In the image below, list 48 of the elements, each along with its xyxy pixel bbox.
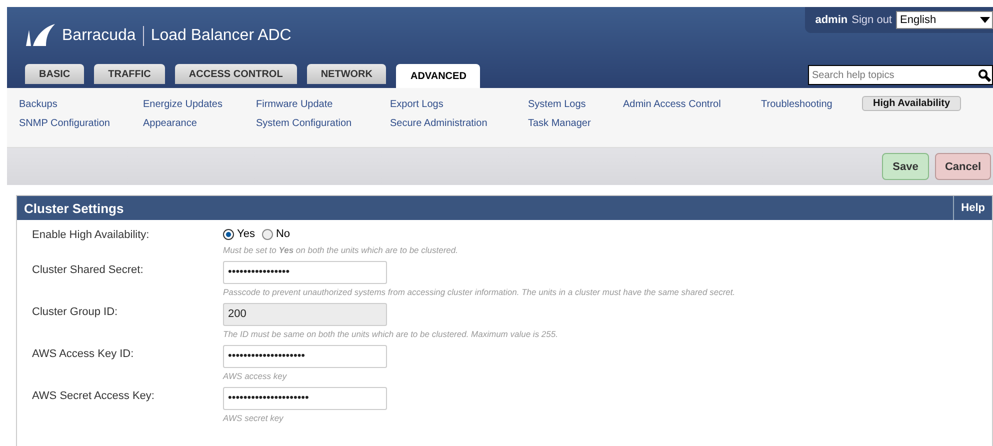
nav-tab[interactable]: ACCESS CONTROL (174, 64, 297, 84)
hint-text: The ID must be same on both the units which are to be clustered. Maximum value is 255. (223, 329, 558, 339)
field-label: Cluster Group ID: (32, 305, 119, 320)
subnav-link[interactable]: Secure Administration (390, 117, 488, 130)
brand-name: Barracuda (62, 26, 144, 46)
hint-text: Passcode to prevent unauthorized systems from accessing cluster information. The units in a cluster must have the same shared secret. (223, 287, 736, 297)
user-name: admin (815, 14, 848, 26)
subnav-link[interactable]: System Configuration (256, 117, 352, 130)
field-label: Enable High Availability: (32, 228, 150, 243)
save-button[interactable]: Save (882, 153, 929, 180)
radio-label: Yes (237, 228, 255, 240)
input-field[interactable]: •••••••••••••••• (223, 261, 387, 284)
radio-button[interactable] (223, 228, 234, 240)
radio-label: No (276, 228, 290, 240)
subnav-link[interactable]: Admin Access Control (623, 98, 721, 111)
subnav-link[interactable]: Backups (19, 98, 58, 111)
language-select[interactable]: English (896, 11, 993, 29)
nav-tab[interactable]: ADVANCED (396, 64, 480, 88)
subnav-link[interactable]: SNMP Configuration (19, 117, 110, 130)
subnav-link[interactable]: High Availability (862, 96, 962, 111)
nav-tab[interactable]: BASIC (25, 64, 84, 84)
nav-tab[interactable]: TRAFFIC (94, 64, 165, 84)
subnav-link[interactable]: Task Manager (528, 117, 591, 130)
input-field[interactable]: ••••••••••••••••••••• (223, 387, 387, 410)
hint-text: AWS secret key (223, 413, 284, 423)
panel-title: Cluster Settings (23, 200, 124, 216)
hint-text: AWS access key (223, 371, 288, 381)
subnav-link[interactable]: Firmware Update (256, 98, 333, 111)
radio-button[interactable] (262, 228, 273, 240)
hint-text: Must be set to Yes on both the units which are to be clustered. (223, 245, 458, 255)
subnav-link[interactable]: Appearance (143, 117, 197, 130)
field-label: AWS Access Key ID: (32, 347, 135, 362)
field-label: Cluster Shared Secret: (32, 263, 144, 278)
subnav-link[interactable]: Energize Updates (143, 98, 222, 111)
subnav-link[interactable]: Export Logs (390, 98, 444, 111)
input-field[interactable]: •••••••••••••••••••• (223, 345, 387, 368)
fish-fin-logo-icon (26, 24, 56, 46)
help-link[interactable]: Help (953, 196, 992, 220)
nav-tab[interactable]: NETWORK (306, 64, 386, 84)
search-field[interactable]: Search help topics (808, 65, 993, 85)
subnav-link[interactable]: System Logs (528, 98, 586, 111)
field-label: AWS Secret Access Key: (32, 389, 156, 404)
sign-out-link[interactable]: Sign out (852, 14, 892, 26)
cancel-button[interactable]: Cancel (935, 153, 991, 180)
caret-icon (980, 17, 990, 23)
search-icon (978, 69, 991, 82)
subnav-link[interactable]: Troubleshooting (761, 98, 832, 111)
product-name: Load Balancer ADC (150, 26, 292, 46)
